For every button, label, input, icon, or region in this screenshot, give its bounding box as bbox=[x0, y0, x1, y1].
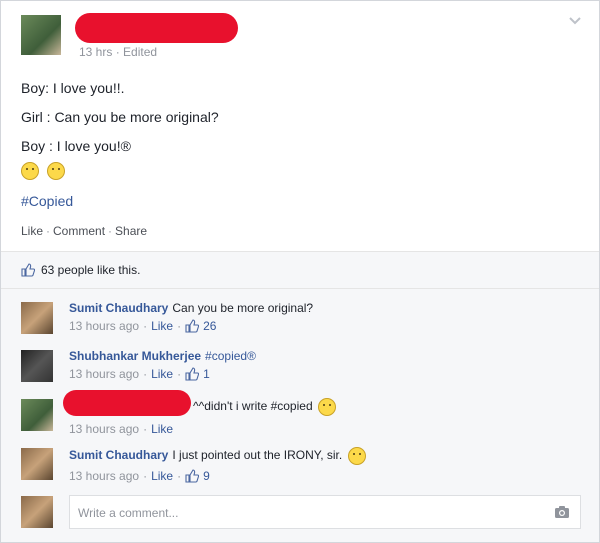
comment-like-link[interactable]: Like bbox=[151, 422, 173, 436]
comment: Sumit Chaudhary Can you be more original?… bbox=[69, 301, 314, 333]
comment-text: #copied® bbox=[205, 349, 256, 363]
facebook-post-card: 13 hrs · Edited Boy: I love you!!. Girl … bbox=[0, 0, 600, 543]
comment-time[interactable]: 13 hours ago bbox=[69, 469, 139, 483]
commenter-name[interactable]: Shubhankar Mukherjee bbox=[69, 349, 201, 363]
commenter-name[interactable]: Sumit Chaudhary bbox=[69, 301, 168, 315]
thumbs-up-icon bbox=[185, 319, 200, 333]
comment-input[interactable]: Write a comment... bbox=[69, 495, 581, 529]
likes-summary[interactable]: 63 people like this. bbox=[21, 263, 140, 277]
post-actions: Like · Comment · Share bbox=[21, 224, 148, 238]
thumbs-up-icon bbox=[185, 367, 200, 381]
redacted-author-name bbox=[75, 13, 238, 43]
commenter-name[interactable]: Sumit Chaudhary bbox=[69, 448, 168, 462]
post-line-3: Boy : I love you!® bbox=[21, 138, 131, 154]
commenter-avatar[interactable] bbox=[21, 448, 53, 480]
smile-emoji-icon bbox=[46, 162, 65, 181]
redacted-commenter-name bbox=[63, 390, 191, 416]
smile-emoji-icon bbox=[347, 447, 366, 465]
comment-time[interactable]: 13 hours ago bbox=[69, 367, 139, 381]
commenter-avatar[interactable] bbox=[21, 399, 53, 431]
post-edited-label[interactable]: Edited bbox=[123, 45, 157, 59]
thumbs-up-icon bbox=[21, 263, 35, 277]
comment-text: I just pointed out the IRONY, sir. bbox=[172, 448, 343, 463]
post-emojis bbox=[21, 162, 65, 181]
post-hashtag[interactable]: #Copied bbox=[21, 193, 73, 209]
comment: Shubhankar Mukherjee #copied® 13 hours ag… bbox=[69, 349, 256, 381]
comment-like-count[interactable]: 1 bbox=[203, 367, 210, 381]
comment-time[interactable]: 13 hours ago bbox=[69, 319, 139, 333]
commenter-avatar[interactable] bbox=[21, 302, 53, 334]
comment-time[interactable]: 13 hours ago bbox=[69, 422, 139, 436]
post-line-1: Boy: I love you!!. bbox=[21, 80, 125, 96]
comment-like-link[interactable]: Like bbox=[151, 469, 173, 483]
comment-like-count[interactable]: 26 bbox=[203, 319, 216, 333]
comment-like-link[interactable]: Like bbox=[151, 367, 173, 381]
comment: ^^didn't i write #copied bbox=[193, 398, 336, 416]
camera-icon[interactable] bbox=[554, 505, 570, 519]
comment-input-placeholder: Write a comment... bbox=[78, 506, 179, 520]
comment-like-count[interactable]: 9 bbox=[203, 469, 210, 483]
frown-emoji-icon bbox=[21, 162, 39, 181]
wink-emoji-icon bbox=[317, 398, 336, 416]
post-timestamp[interactable]: 13 hrs bbox=[79, 45, 112, 59]
comment-text: Can you be more original? bbox=[172, 301, 314, 315]
comment-like-link[interactable]: Like bbox=[151, 319, 173, 333]
comment-text: ^^didn't i write #copied bbox=[193, 399, 313, 414]
post-meta: 13 hrs · Edited bbox=[79, 45, 158, 59]
likes-count-text: 63 people like this. bbox=[41, 263, 141, 277]
like-action[interactable]: Like bbox=[21, 224, 43, 238]
commenter-avatar[interactable] bbox=[21, 350, 53, 382]
share-action[interactable]: Share bbox=[115, 224, 147, 238]
author-avatar[interactable] bbox=[21, 15, 61, 55]
comment-action[interactable]: Comment bbox=[53, 224, 105, 238]
chevron-down-icon[interactable] bbox=[569, 17, 581, 25]
post-line-2: Girl : Can you be more original? bbox=[21, 109, 219, 125]
thumbs-up-icon bbox=[185, 469, 200, 483]
comment: Sumit Chaudhary I just pointed out the IR… bbox=[69, 447, 366, 483]
composer-avatar bbox=[21, 496, 53, 528]
